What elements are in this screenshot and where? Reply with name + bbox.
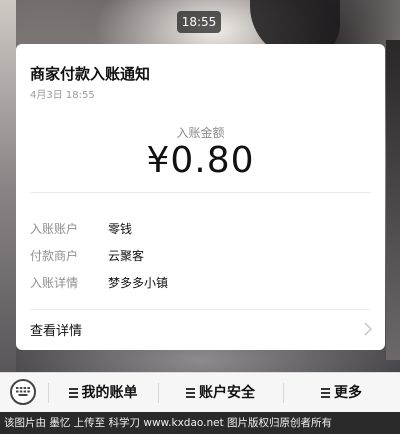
menu-lines-icon — [321, 388, 330, 398]
menu-label: 更多 — [334, 385, 362, 401]
menu-more[interactable]: 更多 — [283, 373, 400, 413]
status-time: 18:55 — [177, 11, 221, 33]
chevron-right-icon[interactable] — [363, 322, 373, 336]
background-left-edge — [0, 0, 16, 372]
keyboard-icon — [16, 387, 30, 396]
info-key: 付款商户 — [30, 249, 79, 263]
amount-value: ¥0.80 — [146, 140, 255, 181]
menu-lines-icon — [68, 388, 78, 398]
background-right-edge — [386, 40, 400, 360]
info-key: 入账账户 — [30, 222, 79, 236]
amount-label: 入账金额 — [176, 126, 225, 140]
watermark-footer: 该图片由 墨忆 上传至 科学刀 www.kxdao.net 图片版权归原创者所有 — [0, 412, 400, 434]
menu-my-bills[interactable]: 我的账单 — [48, 373, 158, 413]
notification-title: 商家付款入账通知 — [30, 65, 151, 83]
view-details-link[interactable]: 查看详情 — [30, 320, 82, 339]
menu-lines-icon — [186, 388, 195, 398]
info-key: 入账详情 — [30, 276, 79, 290]
menu-account-security[interactable]: 账户安全 — [158, 373, 283, 413]
divider — [30, 192, 371, 193]
divider — [30, 309, 371, 310]
menu-label: 我的账单 — [81, 385, 138, 401]
menu-label: 账户安全 — [199, 385, 255, 401]
keyboard-toggle-button[interactable] — [10, 379, 36, 405]
info-value: 云聚客 — [108, 249, 145, 263]
notification-date: 4月3日 18:55 — [30, 90, 95, 101]
payment-notification-card[interactable]: 商家付款入账通知 4月3日 18:55 入账金额 ¥0.80 入账账户 零钱 付… — [16, 44, 385, 350]
info-value: 零钱 — [108, 222, 133, 236]
info-value: 梦多多小镇 — [108, 276, 169, 290]
bottom-menu-bar: 我的账单 账户安全 更多 — [0, 372, 400, 412]
